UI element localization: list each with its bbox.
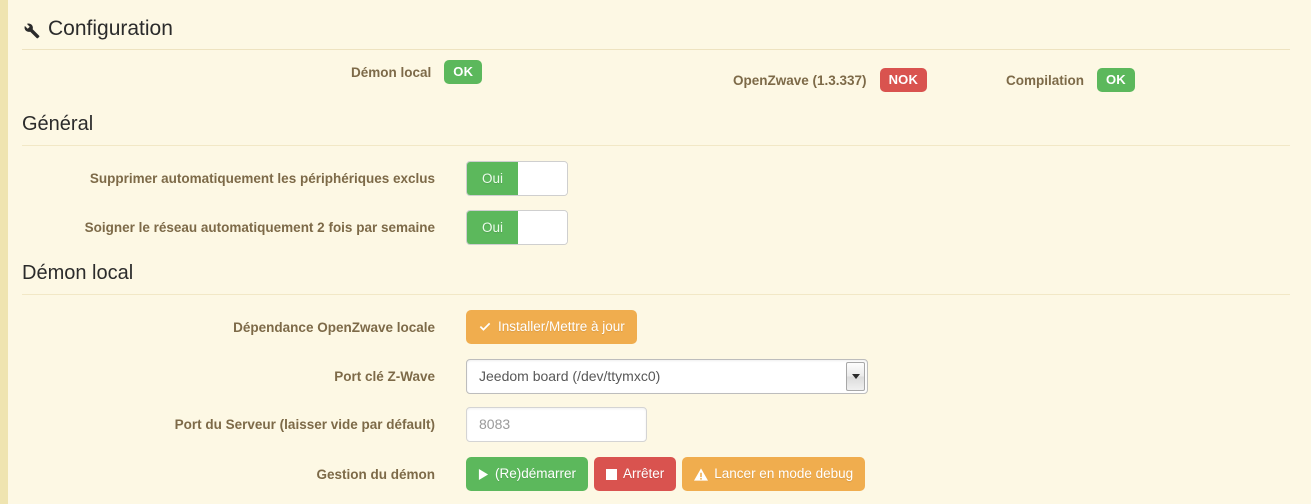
status-row: Démon local OK OpenZwave (1.3.337) NOK C… (8, 60, 1298, 104)
status-item-daemon: Démon local OK (351, 60, 483, 84)
server-port-input[interactable] (466, 406, 647, 442)
check-icon (478, 320, 492, 334)
play-icon (478, 468, 489, 481)
label-port-key: Port clé Z-Wave (334, 368, 435, 384)
status-badge-compilation: OK (1097, 68, 1135, 92)
status-item-compilation: Compilation OK (1006, 68, 1135, 92)
label-dependency: Dépendance OpenZwave locale (233, 319, 435, 335)
form-row-dependency: Dépendance OpenZwave locale Installer/Me… (8, 310, 637, 344)
status-label-daemon: Démon local (351, 64, 432, 80)
label-daemon-management: Gestion du démon (316, 466, 435, 482)
status-badge-openzwave: NOK (879, 68, 928, 92)
port-key-select[interactable]: Jeedom board (/dev/ttymxc0) (466, 358, 868, 394)
form-row-port-key: Port clé Z-Wave Jeedom board (/dev/ttymx… (8, 358, 868, 394)
toggle-heal-network[interactable]: Oui (466, 209, 568, 245)
stop-daemon-button-label: Arrêter (623, 466, 665, 481)
stop-daemon-button[interactable]: Arrêter (594, 457, 677, 491)
label-heal-network: Soigner le réseau automatiquement 2 fois… (84, 219, 435, 235)
section-heading-general: Général (22, 113, 1290, 146)
page-title-text: Configuration (48, 17, 173, 40)
label-server-port: Port du Serveur (laisser vide par défaul… (174, 416, 435, 432)
toggle-heal-network-value: Oui (467, 210, 518, 244)
chevron-down-icon[interactable] (846, 361, 865, 391)
stop-icon (606, 468, 618, 480)
toggle-heal-network-knob[interactable] (518, 210, 567, 244)
install-update-button[interactable]: Installer/Mettre à jour (466, 310, 637, 344)
install-update-button-label: Installer/Mettre à jour (498, 319, 625, 334)
status-badge-daemon: OK (444, 60, 483, 84)
toggle-auto-remove-value: Oui (467, 161, 518, 195)
restart-daemon-button[interactable]: (Re)démarrer (466, 457, 589, 491)
status-label-openzwave: OpenZwave (1.3.337) (733, 72, 867, 88)
configuration-panel: Configuration Démon local OK OpenZwave (… (0, 0, 1311, 504)
wrench-icon (22, 21, 41, 40)
warning-icon (694, 467, 709, 481)
status-item-openzwave: OpenZwave (1.3.337) NOK (733, 68, 928, 92)
daemon-management-button-group: (Re)démarrer Arrêter Lancer en mode debu… (466, 457, 866, 491)
label-auto-remove: Supprimer automatiquement les périphériq… (89, 170, 435, 186)
debug-mode-button[interactable]: Lancer en mode debug (682, 457, 866, 491)
panel-header: Configuration (22, 14, 1290, 50)
toggle-auto-remove-knob[interactable] (518, 161, 567, 195)
form-row-server-port: Port du Serveur (laisser vide par défaul… (8, 406, 647, 442)
page-title: Configuration (22, 14, 1290, 44)
form-row-heal-network: Soigner le réseau automatiquement 2 fois… (8, 209, 568, 245)
toggle-auto-remove[interactable]: Oui (466, 160, 568, 196)
form-row-auto-remove: Supprimer automatiquement les périphériq… (8, 160, 568, 196)
port-key-select-value: Jeedom board (/dev/ttymxc0) (479, 368, 661, 384)
debug-mode-button-label: Lancer en mode debug (714, 466, 854, 481)
form-row-daemon-management: Gestion du démon (Re)démarrer Arrêter La… (8, 457, 866, 491)
status-label-compilation: Compilation (1006, 72, 1084, 88)
section-heading-daemon: Démon local (22, 262, 1290, 295)
restart-daemon-button-label: (Re)démarrer (495, 466, 577, 481)
